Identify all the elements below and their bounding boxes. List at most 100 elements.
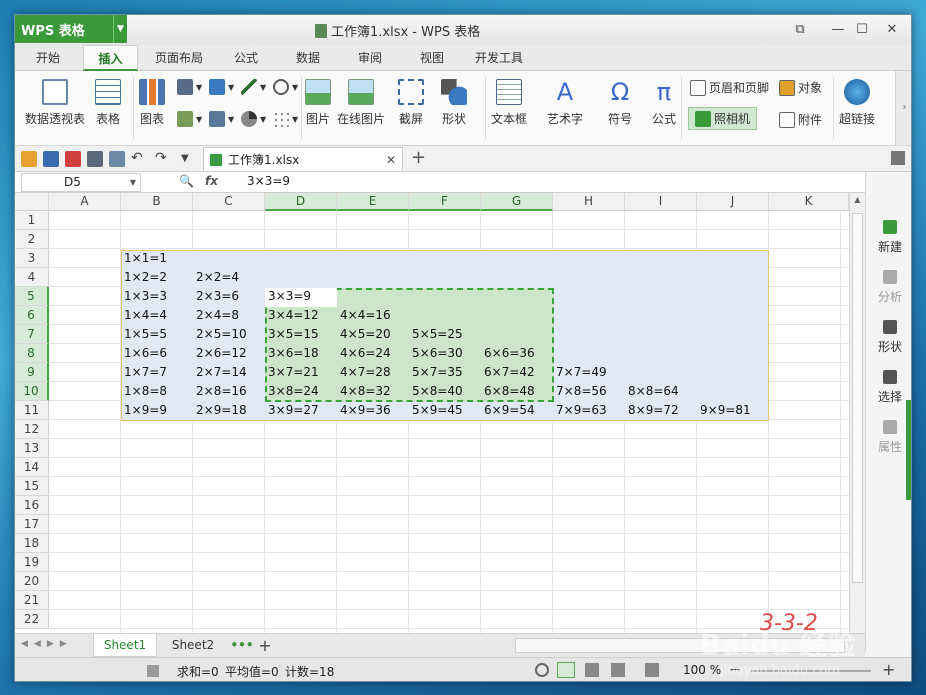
row-header[interactable]: 13 <box>15 439 49 458</box>
sheet-tab-sheet2[interactable]: Sheet2 <box>163 634 223 657</box>
cell-b9[interactable]: 1×7=7 <box>124 363 167 382</box>
tab-review[interactable]: 审阅 <box>345 45 395 71</box>
art-text-button[interactable]: A 艺术字 <box>547 79 583 127</box>
line-chart-button[interactable]: ▼ <box>241 79 266 95</box>
cell-h9[interactable]: 7×7=49 <box>556 363 607 382</box>
zoom-formula-icon[interactable]: 🔍 <box>179 174 194 188</box>
side-new-button[interactable]: 新建 <box>866 220 911 255</box>
row-header[interactable]: 16 <box>15 496 49 515</box>
pivot-table-button[interactable]: 数据透视表 <box>25 79 85 127</box>
column-chart-button[interactable]: ▼ <box>177 79 202 95</box>
vertical-scrollbar[interactable]: ▲ <box>849 193 865 633</box>
formula-input[interactable]: 3×3=9 <box>247 174 290 188</box>
cell-d5[interactable]: 3×3=9 <box>268 287 311 306</box>
document-tab[interactable]: 工作簿1.xlsx ✕ <box>203 147 403 171</box>
row-header[interactable]: 9 <box>15 363 49 382</box>
cell-d11[interactable]: 3×9=27 <box>268 401 319 420</box>
column-header[interactable]: I <box>625 193 697 211</box>
cell-d6[interactable]: 3×4=12 <box>268 306 319 325</box>
camera-button[interactable]: 照相机 <box>688 107 758 130</box>
shape-button[interactable]: 形状 <box>441 79 467 127</box>
cell-i11[interactable]: 8×9=72 <box>628 401 679 420</box>
sheet-tab-sheet1[interactable]: Sheet1 <box>93 634 157 657</box>
cell-f9[interactable]: 5×7=35 <box>412 363 463 382</box>
row-header[interactable]: 18 <box>15 534 49 553</box>
row-header[interactable]: 10 <box>15 382 49 401</box>
scroll-thumb[interactable] <box>852 213 863 583</box>
cell-g10[interactable]: 6×8=48 <box>484 382 535 401</box>
row-header[interactable]: 1 <box>15 211 49 230</box>
cell-b3[interactable]: 1×1=1 <box>124 249 167 268</box>
tab-view[interactable]: 视图 <box>407 45 457 71</box>
formula-button[interactable]: π 公式 <box>651 79 677 127</box>
header-footer-button[interactable]: 页眉和页脚 <box>690 79 769 96</box>
cell-b7[interactable]: 1×5=5 <box>124 325 167 344</box>
cell-b6[interactable]: 1×4=4 <box>124 306 167 325</box>
online-picture-button[interactable]: 在线图片 <box>337 79 385 127</box>
cell-g8[interactable]: 6×6=36 <box>484 344 535 363</box>
fullscreen-icon[interactable] <box>645 663 659 677</box>
chevron-down-icon[interactable]: ▼ <box>130 174 136 191</box>
open-folder-icon[interactable] <box>21 151 37 167</box>
select-all-corner[interactable] <box>15 193 49 211</box>
column-header[interactable]: E <box>337 193 409 211</box>
row-header[interactable]: 17 <box>15 515 49 534</box>
reading-layout-icon[interactable] <box>611 663 625 677</box>
attachment-button[interactable]: 附件 <box>779 111 822 128</box>
textbox-button[interactable]: 文本框 <box>491 79 527 127</box>
scatter-chart-button[interactable]: ▼ <box>273 111 298 127</box>
side-shape-button[interactable]: 形状 <box>866 320 911 355</box>
pdf-icon[interactable] <box>65 151 81 167</box>
customize-dropdown-icon[interactable]: ▼ <box>181 151 197 167</box>
column-header[interactable]: B <box>121 193 193 211</box>
row-header[interactable]: 15 <box>15 477 49 496</box>
cell-f7[interactable]: 5×5=25 <box>412 325 463 344</box>
cell-d8[interactable]: 3×6=18 <box>268 344 319 363</box>
column-header[interactable]: K <box>769 193 849 211</box>
cell-d7[interactable]: 3×5=15 <box>268 325 319 344</box>
new-tab-button[interactable]: + <box>411 147 426 168</box>
cell-f8[interactable]: 5×6=30 <box>412 344 463 363</box>
print-icon[interactable] <box>87 151 103 167</box>
row-header[interactable]: 2 <box>15 230 49 249</box>
area-chart-button[interactable]: ▼ <box>177 111 202 127</box>
close-tab-icon[interactable]: ✕ <box>386 153 396 167</box>
scroll-up-icon[interactable]: ▲ <box>852 195 863 209</box>
row-header[interactable]: 22 <box>15 610 49 629</box>
column-header[interactable]: G <box>481 193 553 211</box>
undo-icon[interactable]: ↶ <box>131 151 147 167</box>
tab-page-layout[interactable]: 页面布局 <box>145 45 213 71</box>
tab-start[interactable]: 开始 <box>23 45 73 71</box>
cell-e10[interactable]: 4×8=32 <box>340 382 391 401</box>
picture-button[interactable]: 图片 <box>305 79 331 127</box>
cell-e9[interactable]: 4×7=28 <box>340 363 391 382</box>
add-sheet-button[interactable]: + <box>255 634 275 657</box>
object-button[interactable]: 对象 <box>779 79 822 96</box>
more-sheets-button[interactable]: ••• <box>229 634 255 657</box>
cell-b10[interactable]: 1×8=8 <box>124 382 167 401</box>
row-header[interactable]: 19 <box>15 553 49 572</box>
cell-c6[interactable]: 2×4=8 <box>196 306 239 325</box>
cell-c9[interactable]: 2×7=14 <box>196 363 247 382</box>
tab-data[interactable]: 数据 <box>283 45 333 71</box>
symbol-button[interactable]: Ω 符号 <box>607 79 633 127</box>
cell-f11[interactable]: 5×9=45 <box>412 401 463 420</box>
close-button[interactable]: ✕ <box>877 18 907 40</box>
restore-icon[interactable]: ⧉ <box>785 18 815 40</box>
cell-i10[interactable]: 8×8=64 <box>628 382 679 401</box>
maximize-button[interactable]: ☐ <box>847 18 877 40</box>
tab-developer[interactable]: 开发工具 <box>467 45 531 71</box>
cell-f10[interactable]: 5×8=40 <box>412 382 463 401</box>
panel-collapse-handle[interactable] <box>906 400 911 500</box>
row-header[interactable]: 8 <box>15 344 49 363</box>
normal-view-icon[interactable] <box>557 662 575 678</box>
eye-protect-icon[interactable] <box>535 663 549 677</box>
bar-chart-button[interactable]: ▼ <box>209 79 234 95</box>
cell-j11[interactable]: 9×9=81 <box>700 401 751 420</box>
cell-e6[interactable]: 4×4=16 <box>340 306 391 325</box>
cell-e8[interactable]: 4×6=24 <box>340 344 391 363</box>
row-header[interactable]: 14 <box>15 458 49 477</box>
stock-chart-button[interactable]: ▼ <box>209 111 234 127</box>
name-box[interactable]: D5 ▼ <box>21 173 141 192</box>
radar-chart-button[interactable]: ▼ <box>273 79 298 95</box>
